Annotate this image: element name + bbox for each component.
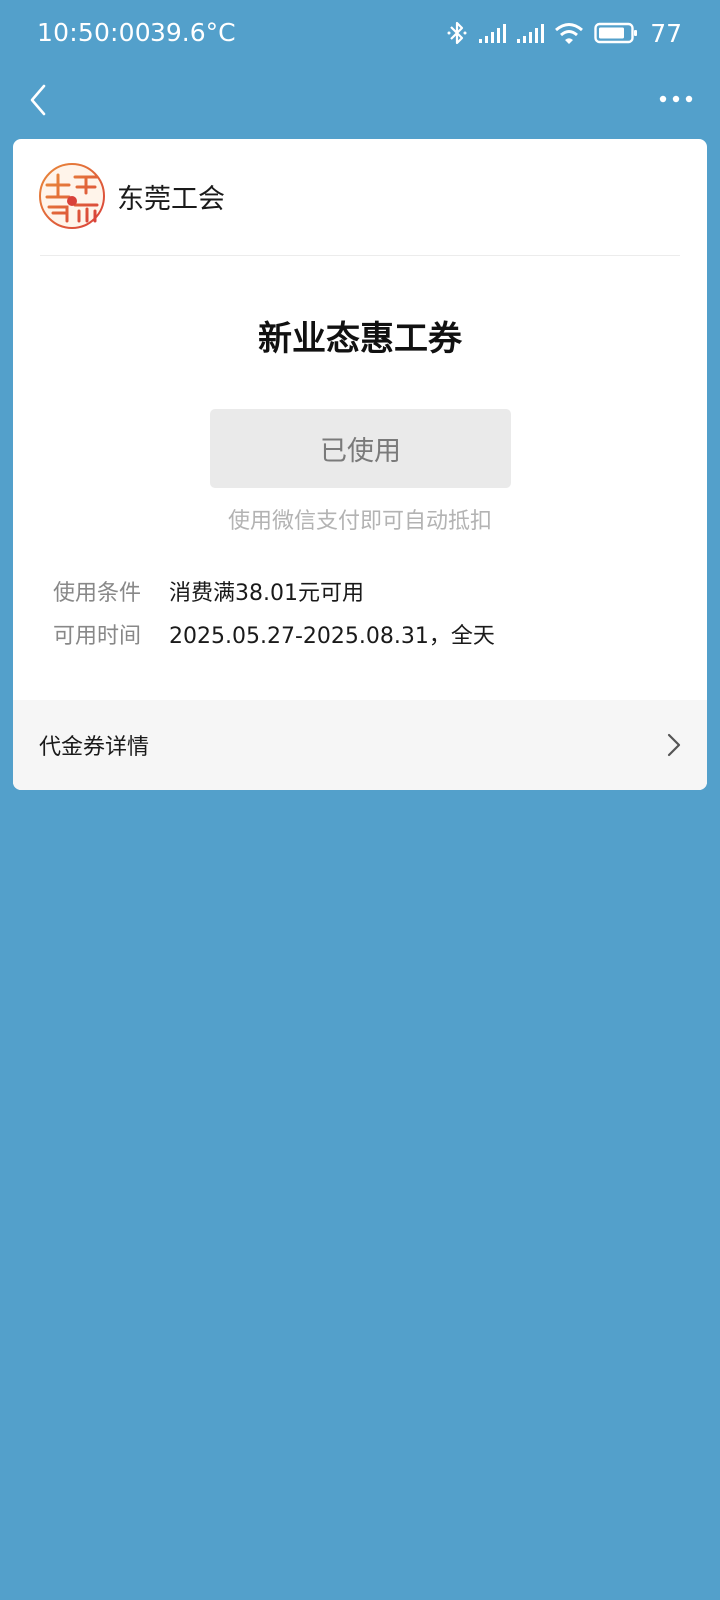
union-logo-icon: [39, 163, 105, 229]
more-button[interactable]: [656, 84, 696, 114]
payment-hint: 使用微信支付即可自动抵扣: [227, 509, 492, 534]
condition-value: 消费满38.01元可用: [169, 581, 364, 606]
status-bar: 10:50:00 39.6°C 77: [0, 0, 720, 66]
validity-row: 可用时间 2025.05.27-2025.08.31，全天: [53, 618, 495, 650]
more-dots-icon: [659, 95, 693, 103]
battery-icon: [594, 22, 638, 44]
back-button[interactable]: [18, 78, 58, 122]
signal-icon: [479, 24, 507, 43]
wifi-icon: [555, 23, 584, 44]
condition-row: 使用条件 消费满38.01元可用: [53, 575, 364, 607]
divider: [40, 255, 680, 256]
chevron-right-icon: [667, 733, 681, 757]
used-status-button[interactable]: 已使用: [210, 409, 511, 488]
merchant-name: 东莞工会: [117, 183, 225, 215]
validity-label: 可用时间: [53, 624, 142, 649]
coupon-detail-link[interactable]: 代金券详情: [13, 700, 707, 790]
coupon-detail-label: 代金券详情: [39, 735, 150, 760]
signal-icon: [517, 24, 545, 43]
status-icons: 77: [446, 18, 682, 48]
chevron-left-icon: [30, 84, 46, 116]
status-temperature: 39.6°C: [150, 18, 236, 47]
condition-label: 使用条件: [53, 581, 142, 606]
validity-value: 2025.05.27-2025.08.31，全天: [169, 624, 495, 649]
coupon-card: 东莞工会 新业态惠工券 已使用 使用微信支付即可自动抵扣 使用条件 消费满38.…: [13, 139, 707, 790]
merchant-header[interactable]: 东莞工会: [39, 163, 225, 229]
battery-level: 77: [650, 18, 682, 48]
status-time: 10:50:00: [37, 18, 151, 47]
bluetooth-icon: [447, 21, 467, 45]
coupon-title: 新业态惠工券: [258, 319, 462, 359]
